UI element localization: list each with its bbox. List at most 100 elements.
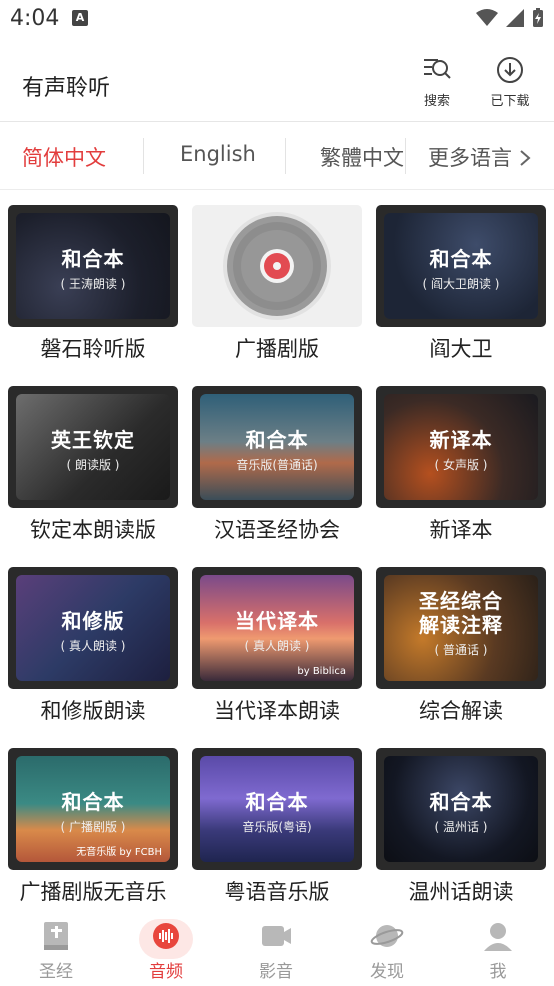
thumbnail-subtitle: ( 温州话 ) [434,820,488,834]
audio-version-card[interactable]: 当代译本 ( 真人朗读 ) by Biblica 当代译本朗读 [192,567,362,737]
download-icon [497,57,523,83]
card-label: 广播剧版无音乐 [19,880,167,904]
audio-version-card[interactable]: 和合本音乐版(普通话) 汉语圣经协会 [192,386,362,556]
card-thumbnail: 当代译本 ( 真人朗读 ) by Biblica [192,567,362,689]
card-label: 温州话朗读 [408,880,514,904]
nav-me[interactable]: 我 [458,919,538,982]
audio-version-card[interactable]: 和合本 ( 王涛朗读 ) 磐石聆听版 [8,205,178,375]
nav-audio-label: 音频 [149,962,183,982]
more-languages-label: 更多语言 [428,146,512,170]
wifi-icon [476,9,498,26]
card-thumbnail: 新译本 ( 女声版 ) [376,386,546,508]
thumbnail-title: 当代译本 [235,609,319,633]
thumbnail-subtitle: 音乐版(普通话) [236,458,318,472]
card-label: 广播剧版 [235,337,319,361]
thumbnail-artwork: 和合本 ( 温州话 ) [384,756,538,862]
thumbnail-subtitle: ( 阎大卫朗读 ) [422,277,500,291]
nav-video[interactable]: 影音 [236,919,316,982]
tab-traditional-chinese[interactable]: 繁體中文 [320,142,404,172]
thumbnail-artwork: 和合本 音乐版(粤语) [200,756,354,862]
vinyl-disc-icon [223,212,331,320]
card-label: 磐石聆听版 [40,337,146,361]
more-languages-button[interactable]: 更多语言 [428,142,531,172]
language-tabs: 简体中文 English 繁體中文 更多语言 [0,122,554,190]
card-thumbnail: 和合本 ( 广播剧版 ) 无音乐版 by FCBH [8,748,178,870]
thumbnail-title: 和合本 [429,790,493,814]
downloaded-button[interactable]: 已下载 [485,56,535,109]
divider [405,138,406,174]
thumbnail-subtitle: ( 真人朗读 ) [244,639,310,653]
nav-bible[interactable]: 圣经 [16,919,96,982]
thumbnail-title: 和修版 [61,609,125,633]
thumbnail-artwork: 和修版 ( 真人朗读 ) [16,575,170,681]
tab-english[interactable]: English [180,142,256,166]
nav-discover[interactable]: 发现 [347,919,427,982]
thumbnail-title: 英王钦定 [51,428,135,452]
app-header: 有声聆听 搜索 已下载 [0,40,554,122]
audio-version-card[interactable]: 圣经综合 解读注释 ( 普通话 ) 综合解读 [376,567,546,737]
screen: 4:04 A 有声聆听 搜索 已下载 简体中文 English 繁體中文 更多语… [0,0,554,986]
card-thumbnail [192,205,362,327]
card-label: 粤语音乐版 [224,880,330,904]
video-camera-icon [262,926,291,946]
card-label: 汉语圣经协会 [214,518,340,542]
divider [285,138,286,174]
chevron-right-icon [520,150,531,166]
card-label: 新译本 [429,518,493,542]
thumbnail-credit: by Biblica [297,666,346,677]
nav-audio[interactable]: 音频 [126,919,206,982]
search-label: 搜索 [423,94,450,109]
thumbnail-artwork: 和合本 ( 阎大卫朗读 ) [384,213,538,319]
audio-version-card[interactable]: 英王钦定 ( 朗读版 ) 钦定本朗读版 [8,386,178,556]
thumbnail-title: 圣经综合 解读注释 [419,589,503,637]
search-icon [424,59,451,79]
thumbnail-subtitle: ( 真人朗读 ) [60,639,126,653]
thumbnail-artwork: 圣经综合 解读注释 ( 普通话 ) [384,575,538,681]
card-thumbnail: 圣经综合 解读注释 ( 普通话 ) [376,567,546,689]
bottom-nav: 圣经 音频 影音 发现 我 [0,915,554,986]
thumbnail-subtitle: ( 王涛朗读 ) [60,277,126,291]
thumbnail-artwork: 和合本 ( 广播剧版 ) 无音乐版 by FCBH [16,756,170,862]
audio-version-card[interactable]: 新译本 ( 女声版 ) 新译本 [376,386,546,556]
thumbnail-title: 新译本 [429,428,493,452]
thumbnail-title: 和合本 [61,790,125,814]
audio-version-card[interactable]: 和合本 音乐版(粤语) 粤语音乐版 [192,748,362,918]
audio-version-card[interactable]: 和合本 ( 温州话 ) 温州话朗读 [376,748,546,918]
search-button[interactable]: 搜索 [412,56,462,109]
thumbnail-subtitle: ( 普通话 ) [434,643,488,657]
audio-version-card[interactable]: 广播剧版 [192,205,362,375]
battery-icon [533,8,543,27]
thumbnail-artwork: 和合本 ( 王涛朗读 ) [16,213,170,319]
status-bar: 4:04 A [0,0,554,40]
audio-version-card[interactable]: 和合本 ( 阎大卫朗读 ) 阎大卫 [376,205,546,375]
audio-version-card[interactable]: 和修版 ( 真人朗读 ) 和修版朗读 [8,567,178,737]
card-thumbnail: 和合本音乐版(普通话) [192,386,362,508]
thumbnail-title: 和合本 [429,247,493,271]
thumbnail-subtitle: ( 广播剧版 ) [60,820,126,834]
page-title: 有声聆听 [22,76,111,101]
card-label: 和修版朗读 [40,699,146,723]
card-label: 当代译本朗读 [214,699,340,723]
tab-simplified-chinese[interactable]: 简体中文 [22,142,106,172]
card-label: 阎大卫 [429,337,493,361]
card-label: 综合解读 [419,699,503,723]
user-icon [484,923,512,951]
nav-bible-label: 圣经 [39,962,73,982]
card-thumbnail: 和合本 音乐版(粤语) [192,748,362,870]
nav-discover-label: 发现 [370,962,404,982]
status-time: 4:04 [10,6,60,31]
thumbnail-title: 和合本 [245,790,309,814]
card-thumbnail: 英王钦定 ( 朗读版 ) [8,386,178,508]
nav-video-label: 影音 [259,962,293,982]
audio-version-card[interactable]: 和合本 ( 广播剧版 ) 无音乐版 by FCBH 广播剧版无音乐 [8,748,178,918]
thumbnail-title: 和合本 [61,247,125,271]
thumbnail-title: 和合本 [245,428,309,452]
planet-icon [370,925,404,947]
card-thumbnail: 和合本 ( 阎大卫朗读 ) [376,205,546,327]
thumbnail-artwork: 英王钦定 ( 朗读版 ) [16,394,170,500]
thumbnail-artwork: 当代译本 ( 真人朗读 ) by Biblica [200,575,354,681]
thumbnail-subtitle: ( 女声版 ) [434,458,488,472]
thumbnail-credit: 无音乐版 by FCBH [76,847,162,858]
card-thumbnail: 和合本 ( 温州话 ) [376,748,546,870]
status-icons [476,8,544,28]
